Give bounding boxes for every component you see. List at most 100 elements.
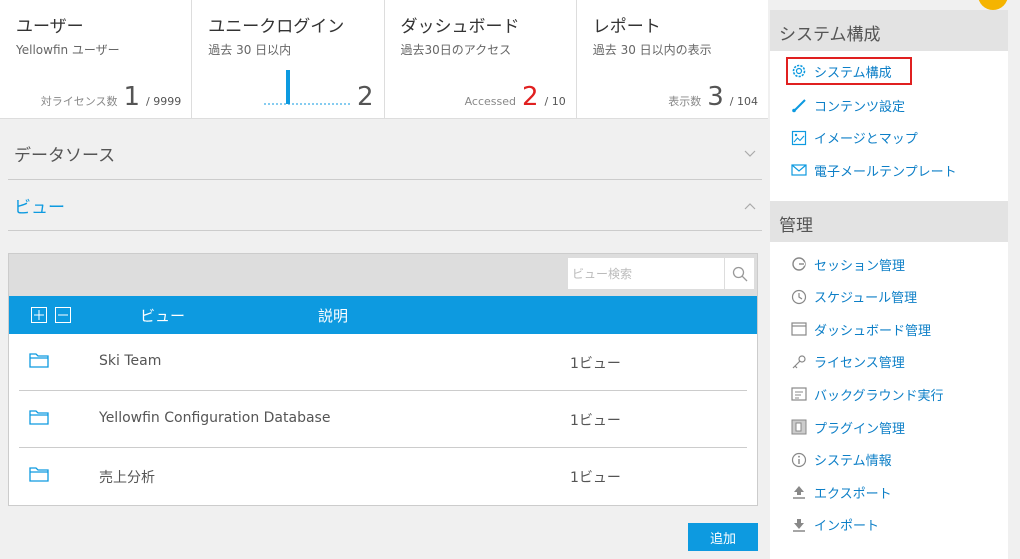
section-label: ビュー — [14, 198, 65, 218]
sidebar-item-email-templates[interactable]: 電子メールテンプレート — [790, 154, 1008, 187]
row-name[interactable]: Yellowfin Configuration Database — [99, 410, 330, 426]
plugin-icon — [790, 418, 808, 436]
view-panel: ビュー 説明 Ski Team 1ビュー Yellowfin Configura… — [8, 253, 758, 506]
panel-toolbar — [9, 254, 757, 296]
section-label: データソース — [14, 146, 116, 166]
card-title: ユーザー — [16, 17, 84, 37]
view-search-input[interactable] — [568, 258, 724, 289]
image-icon — [790, 129, 808, 147]
card-metric-value: 3 — [707, 82, 724, 112]
gear-icon — [790, 62, 808, 80]
sidebar-item-label: イメージとマップ — [814, 132, 918, 148]
table-row[interactable]: Ski Team 1ビュー — [19, 334, 747, 391]
column-header-view[interactable]: ビュー — [140, 305, 185, 326]
section-datasource[interactable]: データソース — [8, 128, 762, 180]
expand-all-icon[interactable] — [31, 307, 47, 323]
sidebar-item-images-maps[interactable]: イメージとマップ — [790, 122, 1008, 155]
row-count: 1ビュー — [570, 413, 621, 429]
section-view[interactable]: ビュー — [8, 181, 762, 231]
collapse-all-icon[interactable] — [55, 307, 71, 323]
card-title: レポート — [592, 17, 661, 37]
brush-icon — [790, 96, 808, 114]
card-subtitle: 過去30日のアクセス — [400, 43, 512, 57]
sidebar-item-label: エクスポート — [814, 486, 892, 502]
card-metric: 2 — [357, 84, 374, 110]
export-icon — [790, 483, 808, 501]
row-count: 1ビュー — [570, 470, 621, 486]
sidebar-item-label: スケジュール管理 — [814, 291, 918, 307]
row-count: 1ビュー — [570, 356, 621, 372]
card-unique-logins[interactable]: ユニークログイン 過去 30 日以内 2 — [192, 0, 385, 118]
sidebar-item-export[interactable]: エクスポート — [790, 476, 1008, 509]
sidebar-item-background-execution[interactable]: バックグラウンド実行 — [790, 378, 1008, 411]
sidebar-item-label: セッション管理 — [814, 258, 906, 274]
folder-icon — [29, 409, 49, 429]
card-users[interactable]: ユーザー Yellowfin ユーザー 対ライセンス数 1 / 9999 — [0, 0, 193, 118]
dashboard-icon — [790, 320, 808, 338]
sidebar-item-system-info[interactable]: システム情報 — [790, 443, 1008, 476]
sidebar-heading-admin: 管理 — [770, 200, 1008, 242]
sidebar-item-license-management[interactable]: ライセンス管理 — [790, 346, 1008, 379]
mail-icon — [790, 161, 808, 179]
card-metric-total: / 10 — [544, 95, 566, 108]
sidebar-item-label: プラグイン管理 — [814, 421, 906, 437]
row-name[interactable]: 売上分析 — [99, 467, 155, 487]
card-metric: 表示数 3 / 104 — [668, 84, 758, 110]
card-subtitle: 過去 30 日以内 — [208, 43, 292, 57]
card-reports[interactable]: レポート 過去 30 日以内の表示 表示数 3 / 104 — [577, 0, 768, 118]
chevron-down-icon — [738, 147, 762, 161]
sidebar-item-label: ライセンス管理 — [814, 356, 905, 372]
card-title: ダッシュボード — [400, 17, 520, 37]
sidebar-item-import[interactable]: インポート — [790, 509, 1008, 542]
table-row[interactable]: 売上分析 1ビュー — [19, 448, 747, 505]
chevron-up-icon — [738, 199, 762, 213]
sidebar-item-label: システム構成 — [814, 65, 892, 81]
import-icon — [790, 516, 808, 534]
session-icon — [790, 255, 808, 273]
card-metric: 対ライセンス数 1 / 9999 — [41, 84, 182, 110]
login-sparkline — [264, 70, 351, 105]
folder-icon — [29, 466, 49, 486]
card-metric-total: / 9999 — [146, 95, 182, 108]
admin-sidebar: システム構成 システム構成 コンテンツ設定 イメージとマップ 電子メールテンプレ… — [770, 10, 1008, 559]
sidebar-item-label: インポート — [814, 519, 880, 535]
search-icon[interactable] — [724, 258, 754, 289]
user-badge[interactable] — [978, 0, 1008, 10]
clock-icon — [790, 288, 808, 306]
admin-menu: セッション管理 スケジュール管理 ダッシュボード管理 ライセンス管理 バックグラ… — [770, 242, 1008, 547]
card-dashboards[interactable]: ダッシュボード 過去30日のアクセス Accessed 2 / 10 — [385, 0, 577, 118]
sidebar-item-content-settings[interactable]: コンテンツ設定 — [790, 89, 1008, 122]
table-header: ビュー 説明 — [9, 296, 757, 334]
card-metric-value: 2 — [522, 82, 539, 112]
card-metric-value: 2 — [356, 82, 374, 112]
background-icon — [790, 385, 808, 403]
key-icon — [790, 353, 808, 371]
card-metric-total: / 104 — [729, 95, 758, 108]
row-name[interactable]: Ski Team — [99, 353, 161, 369]
card-metric: Accessed 2 / 10 — [465, 84, 566, 110]
card-subtitle: Yellowfin ユーザー — [16, 43, 120, 57]
config-menu: システム構成 コンテンツ設定 イメージとマップ 電子メールテンプレート — [770, 51, 1008, 193]
sidebar-item-session-management[interactable]: セッション管理 — [790, 248, 1008, 281]
card-metric-value: 1 — [123, 82, 141, 112]
sidebar-item-plugin-management[interactable]: プラグイン管理 — [790, 411, 1008, 444]
sidebar-item-label: 電子メールテンプレート — [814, 164, 957, 180]
sidebar-item-schedule-management[interactable]: スケジュール管理 — [790, 280, 1008, 313]
stats-cards: ユーザー Yellowfin ユーザー 対ライセンス数 1 / 9999 ユニー… — [0, 0, 768, 119]
sidebar-item-label: ダッシュボード管理 — [814, 323, 932, 339]
card-title: ユニークログイン — [208, 17, 345, 37]
card-metric-label: 対ライセンス数 — [40, 95, 118, 108]
view-search — [567, 257, 755, 290]
card-subtitle: 過去 30 日以内の表示 — [592, 43, 712, 57]
column-header-description[interactable]: 説明 — [318, 305, 348, 326]
sidebar-item-label: コンテンツ設定 — [814, 99, 906, 115]
sidebar-heading-config: システム構成 — [770, 10, 1008, 51]
add-button[interactable]: 追加 — [688, 523, 758, 551]
sidebar-item-label: バックグラウンド実行 — [814, 388, 944, 404]
sidebar-item-dashboard-management[interactable]: ダッシュボード管理 — [790, 313, 1008, 346]
info-icon — [790, 451, 808, 469]
sidebar-item-system-config[interactable]: システム構成 — [786, 57, 912, 85]
folder-icon — [29, 352, 49, 372]
sidebar-item-label: システム情報 — [814, 454, 892, 470]
table-row[interactable]: Yellowfin Configuration Database 1ビュー — [19, 391, 747, 448]
